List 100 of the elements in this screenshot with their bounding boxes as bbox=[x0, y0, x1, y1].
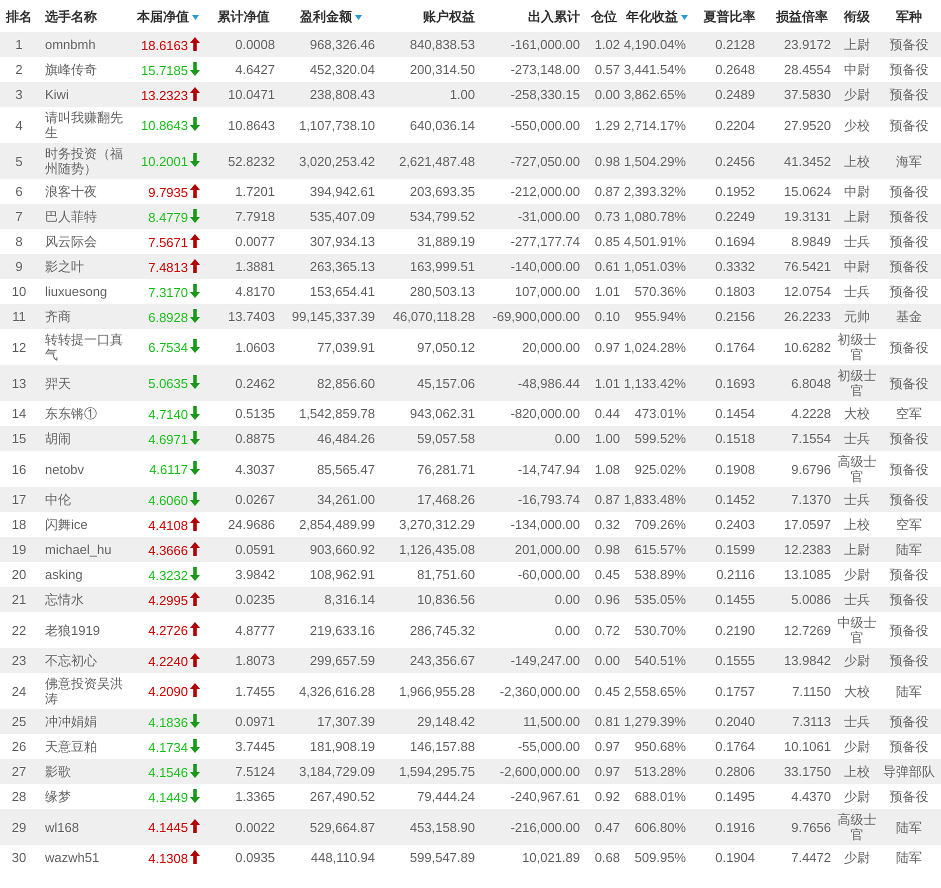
branch-cell: 预备役 bbox=[890, 567, 928, 582]
branch-cell: 预备役 bbox=[890, 492, 928, 507]
sharpe-cell: 0.1764 bbox=[715, 739, 755, 754]
down-arrow-icon bbox=[190, 714, 200, 728]
flow-cell: 11,500.00 bbox=[523, 714, 580, 729]
annual-return-cell: 538.89% bbox=[634, 567, 686, 582]
player-name-cell: 老狼1919 bbox=[45, 622, 100, 638]
pl-ratio-cell: 6.8048 bbox=[791, 376, 831, 390]
player-name-cell: netobv bbox=[45, 462, 84, 476]
sharpe-cell: 0.2249 bbox=[715, 209, 755, 224]
player-name-cell: 忘情水 bbox=[45, 592, 84, 607]
flow-cell: -550,000.00 bbox=[510, 118, 580, 132]
sharpe-cell: 0.1555 bbox=[715, 653, 755, 668]
column-header: 军种 bbox=[877, 0, 941, 32]
down-arrow-icon bbox=[190, 406, 200, 420]
flow-cell: 0.00 bbox=[554, 622, 580, 638]
down-arrow-icon bbox=[190, 308, 200, 322]
cumulative-value-cell: 1.7455 bbox=[235, 684, 275, 698]
rank-cell: 26 bbox=[12, 739, 26, 754]
pl-ratio-cell: 7.4472 bbox=[791, 850, 831, 865]
player-name-cell: liuxuesong bbox=[45, 284, 108, 299]
up-arrow-icon bbox=[190, 184, 200, 198]
equity-cell: 599,547.89 bbox=[410, 850, 475, 865]
equity-cell: 943,062.31 bbox=[410, 406, 475, 421]
pl-ratio-cell: 27.9520 bbox=[784, 118, 831, 132]
rank-cell: 30 bbox=[12, 850, 26, 865]
profit-cell: 452,320.04 bbox=[310, 62, 375, 77]
annual-return-cell: 2,714.17% bbox=[624, 118, 686, 132]
rank-cell: 20 bbox=[12, 567, 26, 582]
cumulative-value-cell: 0.8875 bbox=[235, 431, 275, 446]
position-cell: 0.57 bbox=[594, 62, 620, 77]
cumulative-value-cell: 0.0935 bbox=[235, 850, 275, 865]
column-header: 账户权益 bbox=[381, 0, 481, 32]
annual-return-cell: 535.05% bbox=[634, 592, 686, 607]
branch-cell: 预备役 bbox=[890, 184, 928, 199]
branch-cell: 海军 bbox=[896, 154, 922, 168]
sharpe-cell: 0.2489 bbox=[715, 87, 755, 102]
annual-return-cell: 509.95% bbox=[634, 850, 686, 865]
annual-return-cell: 599.52% bbox=[634, 431, 686, 446]
profit-cell: 99,145,337.39 bbox=[292, 309, 375, 324]
pl-ratio-cell: 17.0597 bbox=[784, 517, 831, 532]
player-name-cell: 羿天 bbox=[45, 376, 71, 390]
title-cell: 初级士官 bbox=[838, 332, 876, 362]
position-cell: 1.01 bbox=[594, 376, 620, 390]
profit-cell: 299,657.59 bbox=[310, 653, 375, 668]
net-value-cell: 9.7935 bbox=[148, 184, 188, 200]
column-header[interactable]: 年化收益 bbox=[622, 0, 692, 32]
cumulative-value-cell: 0.0008 bbox=[235, 37, 275, 52]
down-arrow-icon bbox=[190, 339, 200, 353]
position-cell: 0.61 bbox=[594, 259, 620, 274]
annual-return-cell: 606.80% bbox=[634, 820, 686, 834]
position-cell: 0.73 bbox=[594, 209, 620, 224]
profit-cell: 46,484.26 bbox=[317, 431, 375, 446]
position-cell: 0.00 bbox=[594, 87, 620, 102]
down-arrow-icon bbox=[190, 492, 200, 506]
column-header: 夏普比率 bbox=[692, 0, 767, 32]
rank-cell: 24 bbox=[12, 684, 26, 698]
annual-return-cell: 473.01% bbox=[634, 406, 686, 421]
column-header: 排名 bbox=[0, 0, 38, 32]
player-name-cell: 齐商 bbox=[45, 309, 71, 324]
branch-cell: 预备役 bbox=[890, 789, 928, 804]
sharpe-cell: 0.3332 bbox=[715, 259, 755, 274]
profit-cell: 529,664.87 bbox=[310, 820, 375, 834]
annual-return-cell: 570.36% bbox=[634, 284, 686, 299]
net-value-cell: 4.1734 bbox=[148, 740, 188, 754]
annual-return-cell: 530.70% bbox=[634, 622, 686, 638]
branch-cell: 导弹部队 bbox=[883, 764, 935, 779]
flow-cell: -16,793.74 bbox=[518, 492, 580, 507]
branch-cell: 陆军 bbox=[896, 850, 922, 865]
branch-cell: 预备役 bbox=[890, 462, 928, 476]
column-header: 仓位 bbox=[586, 0, 622, 32]
equity-cell: 1,966,955.28 bbox=[399, 684, 475, 698]
profit-cell: 535,407.09 bbox=[310, 209, 375, 224]
equity-cell: 243,356.67 bbox=[410, 653, 475, 668]
rank-cell: 2 bbox=[15, 62, 23, 77]
pl-ratio-cell: 10.6282 bbox=[784, 340, 831, 354]
column-header: 出入累计 bbox=[481, 0, 586, 32]
pl-ratio-cell: 12.0754 bbox=[784, 284, 831, 299]
title-cell: 中尉 bbox=[844, 62, 870, 77]
annual-return-cell: 3,441.54% bbox=[624, 62, 686, 77]
sharpe-cell: 0.1803 bbox=[715, 284, 755, 299]
cumulative-value-cell: 0.0235 bbox=[235, 592, 275, 607]
annual-return-cell: 4,501.91% bbox=[624, 234, 686, 249]
cumulative-value-cell: 52.8232 bbox=[228, 154, 275, 168]
branch-cell: 预备役 bbox=[890, 62, 928, 77]
branch-cell: 预备役 bbox=[890, 118, 928, 132]
column-header[interactable]: 本届净值 bbox=[130, 0, 206, 32]
title-cell: 上校 bbox=[844, 764, 870, 779]
flow-cell: -212,000.00 bbox=[510, 184, 580, 199]
column-header[interactable]: 盈利金额 bbox=[281, 0, 381, 32]
flow-cell: -820,000.00 bbox=[510, 406, 580, 421]
position-cell: 0.96 bbox=[594, 592, 620, 607]
cumulative-value-cell: 0.0267 bbox=[235, 492, 275, 507]
sharpe-cell: 0.1694 bbox=[715, 234, 755, 249]
net-value-cell: 7.3170 bbox=[148, 284, 188, 300]
sharpe-cell: 0.2403 bbox=[715, 517, 755, 532]
title-cell: 元帅 bbox=[844, 309, 870, 324]
branch-cell: 预备役 bbox=[890, 259, 928, 274]
down-arrow-icon bbox=[190, 375, 200, 389]
position-cell: 0.97 bbox=[594, 739, 620, 754]
